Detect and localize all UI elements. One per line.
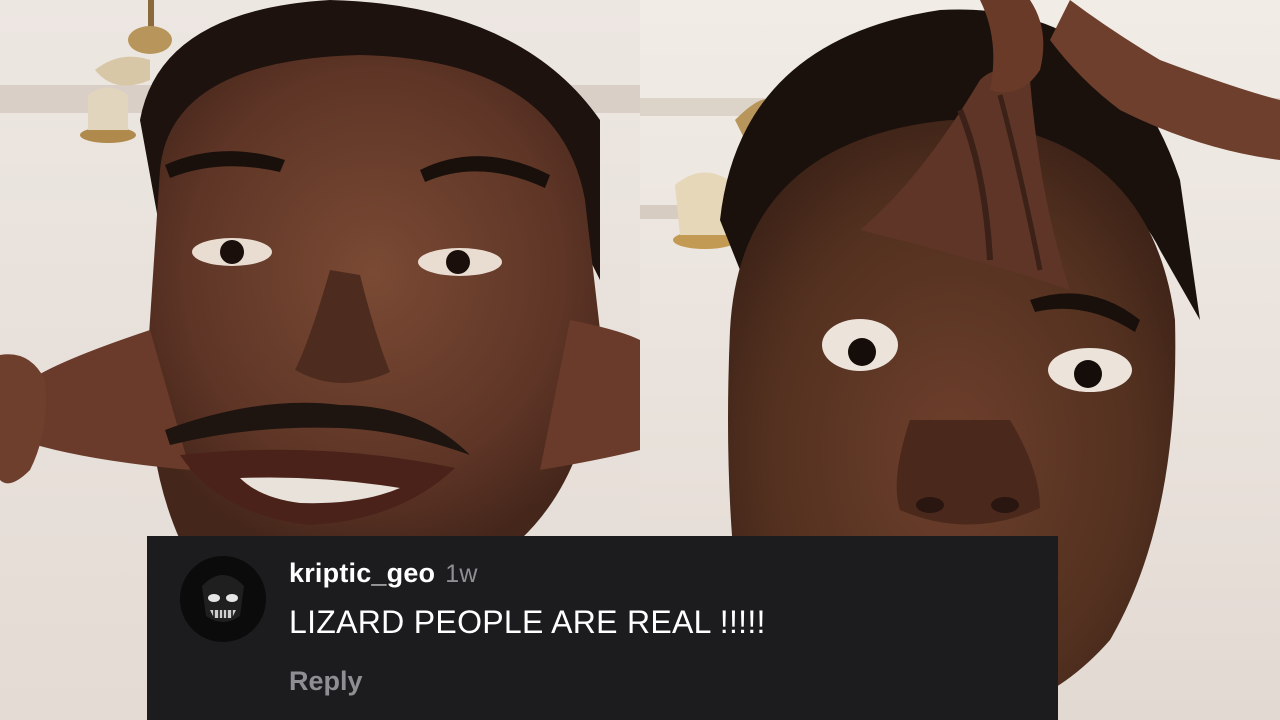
comment-text: LIZARD PEOPLE ARE REAL !!!!!	[289, 604, 766, 640]
comment-card: kriptic_geo 1w LIZARD PEOPLE ARE REAL !!!…	[147, 536, 1058, 720]
user-avatar[interactable]	[180, 556, 266, 642]
comment-timestamp: 1w	[445, 560, 478, 588]
skull-avatar-icon	[180, 556, 266, 642]
comment-header: kriptic_geo 1w	[289, 558, 478, 589]
thumbnail-stage: kriptic_geo 1w LIZARD PEOPLE ARE REAL !!!…	[0, 0, 1280, 720]
comment-username[interactable]: kriptic_geo	[289, 558, 435, 588]
reply-button[interactable]: Reply	[289, 666, 363, 697]
